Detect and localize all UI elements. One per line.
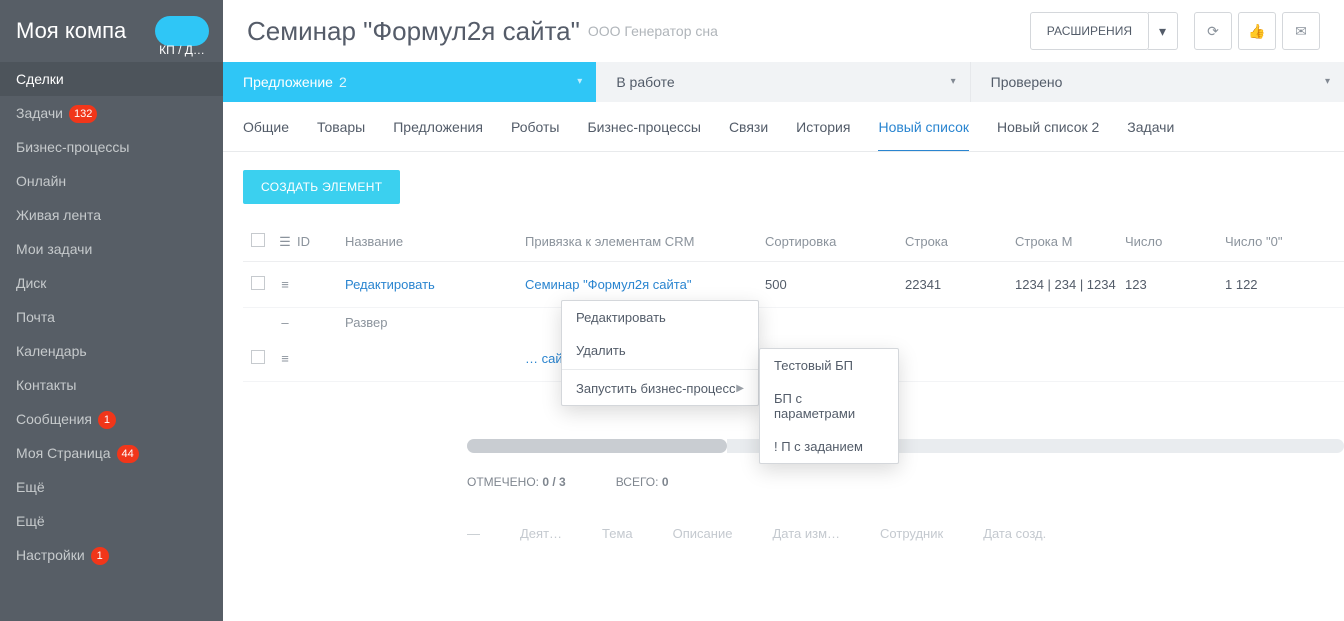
lower-col: Деят… [520, 526, 562, 541]
sidebar-item[interactable]: Моя Страница44 [0, 436, 223, 470]
lower-col: — [467, 526, 480, 541]
tab[interactable]: Новый список [878, 102, 969, 152]
chevron-down-icon: ▾ [577, 62, 582, 102]
mail-icon: ✉ [1295, 23, 1307, 40]
kanban-stage[interactable]: Предложение2▾ [223, 62, 596, 102]
sidebar-item[interactable]: Ещё [0, 504, 223, 538]
nav-badge: 1 [91, 547, 109, 565]
like-button[interactable]: 👍 [1238, 12, 1276, 50]
grid-footer: ОТМЕЧЕНО: 0 / 3 ВСЕГО: 0 [467, 475, 669, 489]
sidebar-item[interactable]: Календарь [0, 334, 223, 368]
extensions-button[interactable]: РАСШИРЕНИЯ [1030, 12, 1149, 50]
ctx-run-bp[interactable]: Запустить бизнес-процесс▶ [562, 372, 758, 405]
bp-submenu: Тестовый БП БП с параметрами ! П с задан… [759, 348, 899, 464]
sidebar-item[interactable]: Диск [0, 266, 223, 300]
row-menu[interactable]: ≡ [273, 351, 297, 366]
main: Семинар "Формул2я сайта" ООО Генератор с… [223, 0, 1344, 621]
extensions-dropdown[interactable]: ▾ [1148, 12, 1178, 50]
sidebar-item[interactable]: Мои задачи [0, 232, 223, 266]
row-checkbox[interactable] [251, 350, 265, 364]
horizontal-scrollbar[interactable] [467, 439, 1344, 453]
header: Семинар "Формул2я сайта" ООО Генератор с… [223, 0, 1344, 62]
kanban-stages: Предложение2▾В работе▾Проверено▾ [223, 62, 1344, 102]
chevron-right-icon: ▶ [736, 383, 744, 394]
sidebar-item[interactable]: Ещё [0, 470, 223, 504]
scrollbar-thumb[interactable] [467, 439, 727, 453]
col-id[interactable]: ID [297, 234, 345, 249]
col-strm[interactable]: Строка М [1015, 234, 1125, 249]
select-all-checkbox[interactable] [251, 233, 265, 247]
context-menu: Редактировать Удалить Запустить бизнес-п… [561, 300, 759, 406]
sidebar-item[interactable]: Задачи132 [0, 96, 223, 130]
page-title: Семинар "Формул2я сайта" [247, 16, 580, 47]
tab[interactable]: Предложения [393, 102, 483, 152]
tab[interactable]: Задачи [1127, 102, 1174, 152]
chevron-down-icon: ▾ [951, 62, 956, 102]
gear-icon[interactable]: ☰ [273, 234, 297, 250]
tab[interactable]: Связи [729, 102, 768, 152]
grid-header: ☰ ID Название Привязка к элементам CRM С… [243, 222, 1344, 262]
kanban-stage[interactable]: Проверено▾ [970, 62, 1344, 102]
thumb-icon: 👍 [1248, 23, 1265, 40]
tab[interactable]: История [796, 102, 850, 152]
table-row[interactable]: ≡ Редактировать Семинар "Формул2я сайта"… [243, 262, 1344, 308]
page-subtitle: ООО Генератор сна [588, 23, 718, 39]
lower-col: Описание [673, 526, 733, 541]
grid: ☰ ID Название Привязка к элементам CRM С… [243, 222, 1324, 382]
tab[interactable]: Общие [243, 102, 289, 152]
sidebar-item[interactable]: Сделки [0, 62, 223, 96]
tab[interactable]: Новый список 2 [997, 102, 1099, 152]
brand-text: Моя компа [16, 18, 126, 43]
ctx-edit[interactable]: Редактировать [562, 301, 758, 334]
bp-item[interactable]: БП с параметрами [760, 382, 898, 430]
table-row-extra: – Развер [243, 308, 1344, 336]
nav-badge: 44 [117, 445, 139, 463]
row-menu[interactable]: ≡ [273, 277, 297, 292]
tab[interactable]: Бизнес-процессы [587, 102, 700, 152]
refresh-icon: ⟳ [1207, 23, 1219, 40]
content: СОЗДАТЬ ЭЛЕМЕНТ ☰ ID Название Привязка к… [223, 152, 1344, 400]
tab[interactable]: Роботы [511, 102, 559, 152]
col-name[interactable]: Название [345, 234, 525, 249]
ctx-delete[interactable]: Удалить [562, 334, 758, 367]
nav-badge: 132 [69, 105, 97, 123]
lower-col: Дата созд. [983, 526, 1046, 541]
col-crm[interactable]: Привязка к элементам CRM [525, 234, 765, 249]
row-checkbox[interactable] [251, 276, 265, 290]
sidebar-item[interactable]: Сообщения1 [0, 402, 223, 436]
refresh-button[interactable]: ⟳ [1194, 12, 1232, 50]
lower-col: Дата изм… [772, 526, 840, 541]
sidebar: Моя компа КП / Д… СделкиЗадачи132Бизнес-… [0, 0, 223, 621]
lower-grid-header: — Деят… Тема Описание Дата изм… Сотрудник Дата… [467, 526, 1344, 541]
lower-col: Сотрудник [880, 526, 943, 541]
kp-badge[interactable]: КП / Д… [155, 16, 209, 46]
tab[interactable]: Товары [317, 102, 365, 152]
brand: Моя компа КП / Д… [0, 0, 223, 62]
mail-button[interactable]: ✉ [1282, 12, 1320, 50]
sidebar-item[interactable]: Настройки1 [0, 538, 223, 572]
chevron-down-icon: ▾ [1159, 23, 1166, 40]
col-str[interactable]: Строка [905, 234, 1015, 249]
kanban-stage[interactable]: В работе▾ [596, 62, 969, 102]
col-sort[interactable]: Сортировка [765, 234, 905, 249]
sidebar-item[interactable]: Контакты [0, 368, 223, 402]
bp-item[interactable]: ! П с заданием [760, 430, 898, 463]
chevron-down-icon: ▾ [1325, 62, 1330, 102]
sidebar-item[interactable]: Онлайн [0, 164, 223, 198]
sidebar-item[interactable]: Бизнес-процессы [0, 130, 223, 164]
lower-col: Тема [602, 526, 633, 541]
col-num[interactable]: Число [1125, 234, 1225, 249]
create-element-button[interactable]: СОЗДАТЬ ЭЛЕМЕНТ [243, 170, 400, 204]
bp-item[interactable]: Тестовый БП [760, 349, 898, 382]
nav-badge: 1 [98, 411, 116, 429]
col-numf[interactable]: Число "0" [1225, 234, 1325, 249]
tabs: Общие Товары Предложения Роботы Бизнес-проце… [223, 102, 1344, 152]
sidebar-item[interactable]: Живая лента [0, 198, 223, 232]
sidebar-item[interactable]: Почта [0, 300, 223, 334]
